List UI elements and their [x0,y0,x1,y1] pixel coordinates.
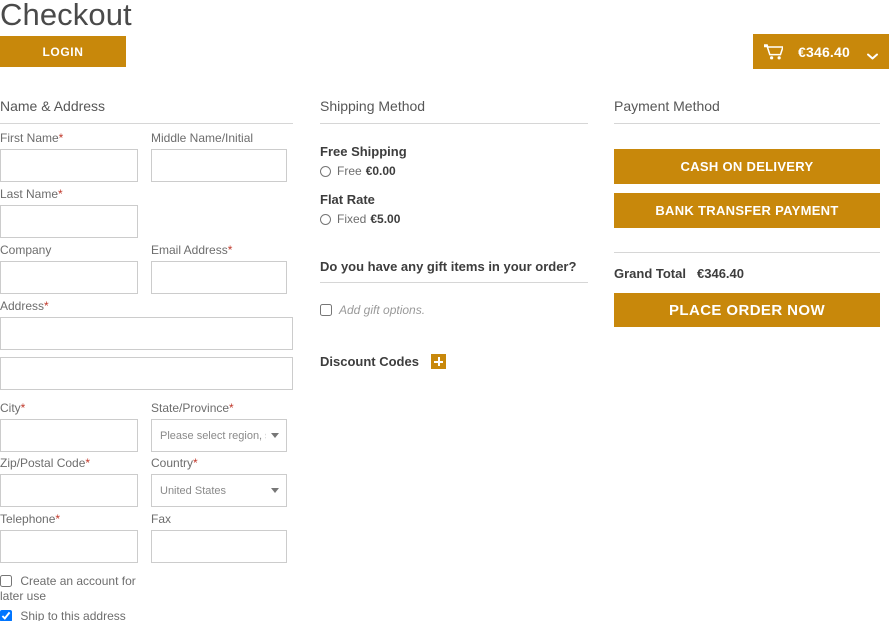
required-marker: * [229,401,234,415]
middle-name-input[interactable] [151,149,287,182]
discount-codes-label: Discount Codes [320,354,419,369]
fax-label: Fax [151,512,172,526]
place-order-button[interactable]: PLACE ORDER NOW [614,293,880,327]
ship-here-label: Ship to this address [20,609,126,621]
zip-group: Zip/Postal Code* [0,456,138,507]
gift-divider [320,282,588,283]
add-gift-options-label: Add gift options. [339,303,426,317]
cart-summary-button[interactable]: €346.40 [753,34,889,69]
required-marker: * [85,456,91,470]
shipping-flat-option[interactable]: Fixed €5.00 [320,211,588,227]
first-name-label: First Name* [0,131,64,145]
fax-group: Fax [151,512,287,563]
country-group: Country* United States [151,456,287,507]
state-select-wrapper: Please select region, state [151,419,287,452]
zip-label: Zip/Postal Code* [0,456,91,470]
shipping-flat-radio[interactable] [320,213,331,225]
shipping-method-flat: Flat Rate Fixed €5.00 [320,192,588,227]
zip-input[interactable] [0,474,138,507]
create-account-label: Create an account for later use [0,574,136,603]
grand-total-row: Grand Total €346.40 [614,266,880,281]
shipping-flat-price: €5.00 [370,212,401,226]
city-group: City* [0,401,138,452]
middle-name-group: Middle Name/Initial [151,131,287,182]
cart-total: €346.40 [797,43,850,60]
middle-name-label: Middle Name/Initial [151,131,254,145]
create-account-checkbox-row[interactable]: Create an account for later use [0,574,150,604]
country-select[interactable]: United States [151,474,287,507]
shipping-free-option-label: Free [337,164,362,178]
payment-method-section: Payment Method CASH ON DELIVERY BANK TRA… [614,98,880,327]
shipping-flat-option-label: Fixed [337,212,367,226]
gift-question: Do you have any gift items in your order… [320,259,577,274]
address-line2-group [0,357,293,390]
address-label: Address* [0,299,49,313]
last-name-input[interactable] [0,205,138,238]
fax-input[interactable] [151,530,287,563]
country-label: Country* [151,456,198,470]
required-marker: * [44,299,49,313]
required-marker: * [20,401,26,415]
add-gift-options-row[interactable]: Add gift options. [320,303,588,317]
shopping-cart-icon [763,43,784,60]
shipping-method-divider [320,123,588,124]
address-group: Address* [0,299,293,350]
telephone-input[interactable] [0,530,138,563]
name-address-section: Name & Address First Name* Middle Name/I… [0,98,293,621]
state-select[interactable]: Please select region, state [151,419,287,452]
country-select-wrapper: United States [151,474,287,507]
shipping-free-price: €0.00 [365,164,396,178]
required-marker: * [58,187,63,201]
shipping-method-free: Free Shipping Free €0.00 [320,144,588,179]
checkout-page: Checkout LOGIN €346.40 Name & Address Fi… [0,0,889,621]
plus-icon[interactable] [430,354,446,369]
shipping-free-option[interactable]: Free €0.00 [320,163,588,179]
shipping-free-title: Free Shipping [320,144,407,159]
address-line2-input[interactable] [0,357,293,390]
grand-total-value: €346.40 [697,266,744,281]
last-name-label: Last Name* [0,187,63,201]
ship-here-checkbox-row[interactable]: Ship to this address [0,609,200,621]
state-label: State/Province* [151,401,234,415]
shipping-flat-title: Flat Rate [320,192,375,207]
shipping-free-radio[interactable] [320,165,331,177]
last-name-group: Last Name* [0,187,138,238]
company-input[interactable] [0,261,138,294]
required-marker: * [55,512,61,526]
cash-on-delivery-button[interactable]: CASH ON DELIVERY [614,149,880,184]
payment-method-divider [614,123,880,124]
email-input[interactable] [151,261,287,294]
chevron-down-icon [867,48,878,59]
name-address-heading: Name & Address [0,98,106,114]
discount-codes-block: Discount Codes [320,353,588,370]
telephone-label: Telephone* [0,512,61,526]
company-label: Company [0,243,52,257]
city-label: City* [0,401,26,415]
create-account-checkbox[interactable] [0,575,12,587]
add-gift-options-checkbox[interactable] [320,304,332,316]
email-label: Email Address* [151,243,233,257]
page-title: Checkout [0,0,132,32]
shipping-method-heading: Shipping Method [320,98,426,114]
first-name-group: First Name* [0,131,138,182]
shipping-method-section: Shipping Method Free Shipping Free €0.00… [320,98,588,370]
email-group: Email Address* [151,243,287,294]
grand-total-label: Grand Total [614,266,686,281]
company-group: Company [0,243,138,294]
login-button[interactable]: LOGIN [0,36,126,67]
name-address-divider [0,123,293,124]
city-input[interactable] [0,419,138,452]
totals-divider [614,252,880,253]
ship-here-checkbox[interactable] [0,610,12,621]
bank-transfer-payment-button[interactable]: BANK TRANSFER PAYMENT [614,193,880,228]
gift-options-block: Do you have any gift items in your order… [320,258,588,317]
state-group: State/Province* Please select region, st… [151,401,287,452]
payment-method-heading: Payment Method [614,98,720,114]
address-line1-input[interactable] [0,317,293,350]
required-marker: * [227,243,233,257]
required-marker: * [58,131,64,145]
first-name-input[interactable] [0,149,138,182]
required-marker: * [193,456,198,470]
telephone-group: Telephone* [0,512,138,563]
